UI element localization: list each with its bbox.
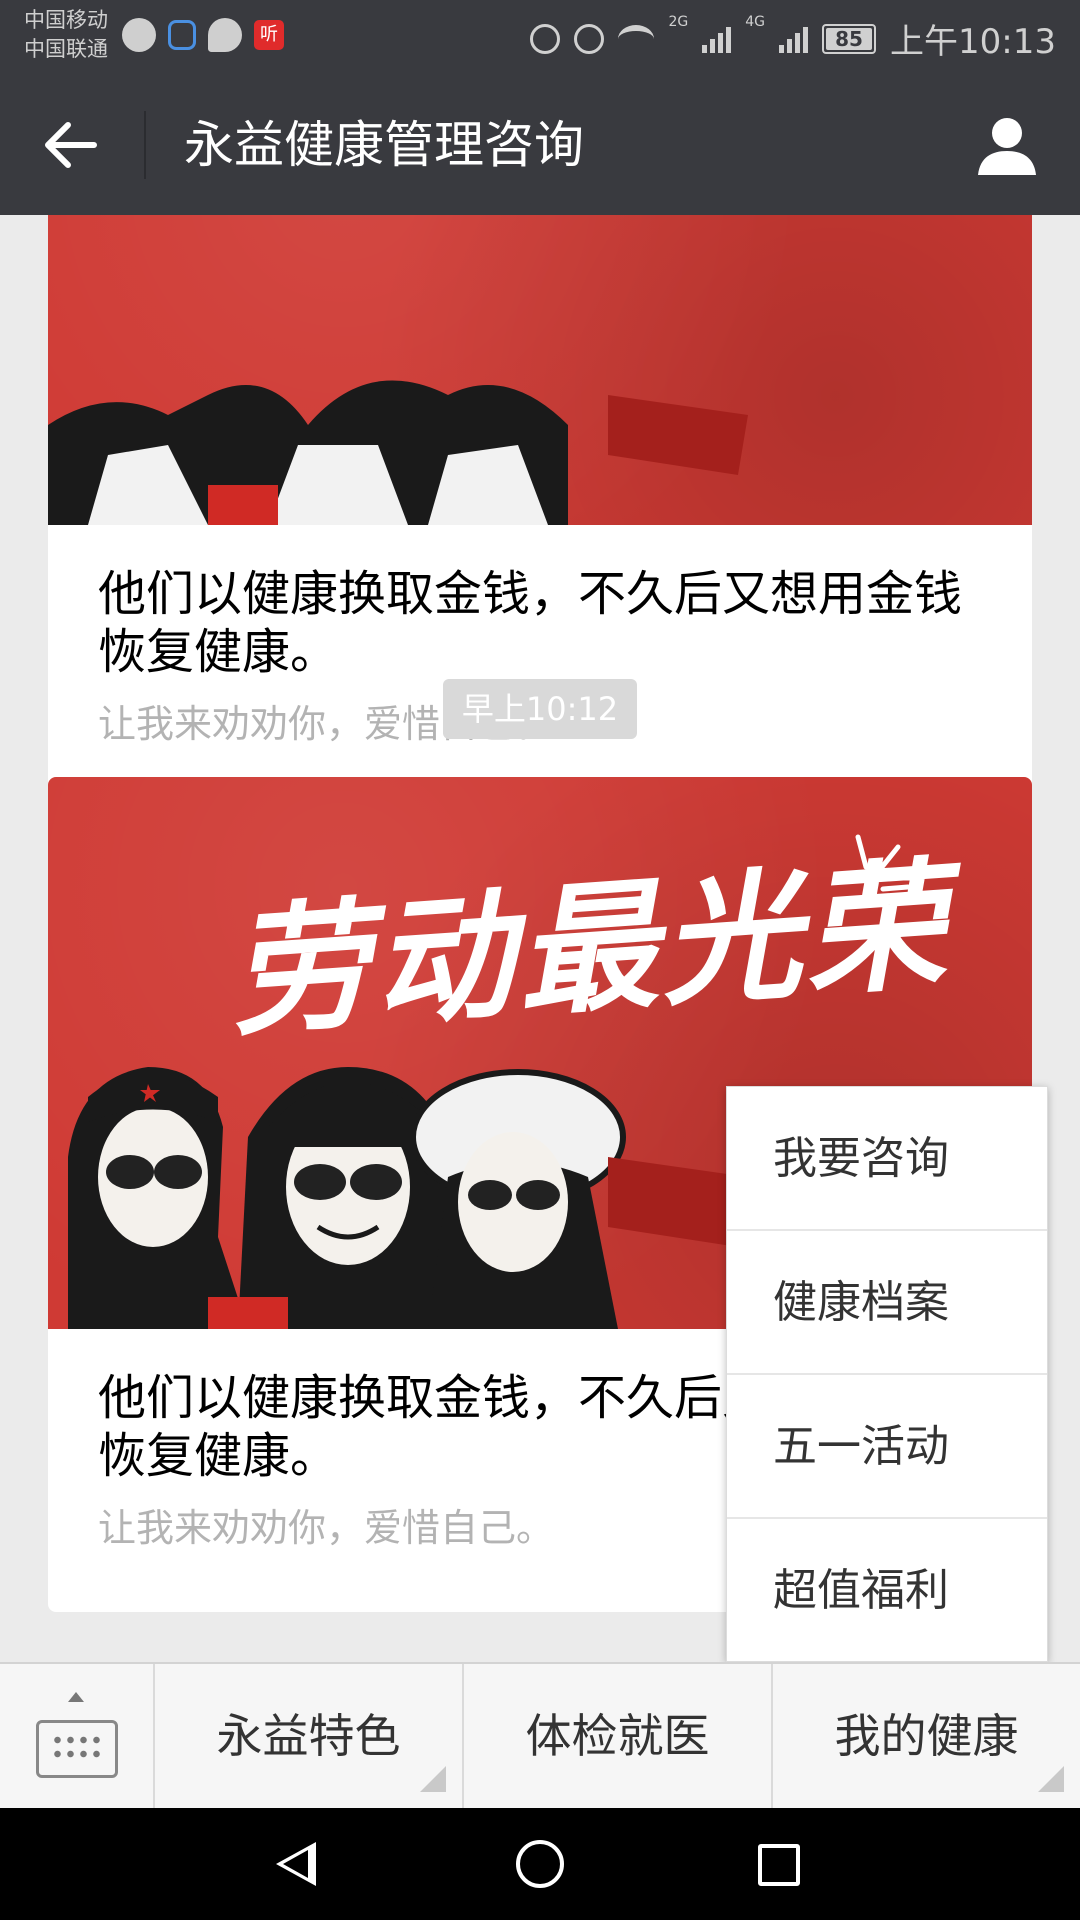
time-badge: 早上10:12: [443, 679, 637, 739]
nav-back-icon[interactable]: [276, 1842, 316, 1886]
network-2g-label: 2G: [668, 14, 689, 30]
chat-notification-icon: [208, 18, 242, 52]
battery-level: 85: [826, 27, 873, 50]
submenu-item-consult[interactable]: 我要咨询: [727, 1087, 1047, 1231]
carrier-1: 中国移动: [24, 8, 108, 32]
menu-button-checkup[interactable]: 体检就医: [464, 1664, 773, 1808]
system-nav-bar: [0, 1808, 1080, 1920]
status-time: 上午10:13: [890, 22, 1056, 62]
nav-recents-icon[interactable]: [758, 1844, 800, 1886]
menu-button-label: 体检就医: [525, 1709, 710, 1763]
signal-icon-2: [779, 25, 809, 53]
arrow-left-icon: [45, 122, 97, 168]
submenu-popup: 我要咨询 健康档案 五一活动 超值福利: [726, 1086, 1048, 1662]
submenu-indicator-icon: [420, 1766, 446, 1792]
battery-icon: 85: [822, 23, 877, 54]
menu-button-label: 永益特色: [216, 1709, 401, 1763]
title-bar: 永益健康管理咨询: [0, 75, 1080, 215]
status-bar: 中国移动 中国联通 听 2G 4G 85 上午10:13: [0, 0, 1080, 75]
ting-app-icon: 听: [254, 20, 284, 50]
menu-button-yongyi-features[interactable]: 永益特色: [155, 1664, 464, 1808]
caret-up-icon: [68, 1692, 84, 1702]
menu-button-my-health[interactable]: 我的健康: [773, 1664, 1080, 1808]
eye-comfort-icon: [574, 23, 605, 54]
submenu-item-health-record[interactable]: 健康档案: [727, 1231, 1047, 1375]
submenu-indicator-icon: [1038, 1766, 1064, 1792]
wifi-icon: [618, 24, 655, 53]
workers-illustration: [48, 380, 748, 525]
carrier-info: 中国移动 中国联通: [24, 6, 108, 64]
menu-button-label: 我的健康: [834, 1709, 1019, 1763]
signal-icon-1: [702, 25, 732, 53]
back-button[interactable]: [36, 110, 106, 180]
submenu-item-value-benefits[interactable]: 超值福利: [727, 1519, 1047, 1663]
bottom-menu-bar: 永益特色 体检就医 我的健康: [0, 1662, 1080, 1808]
title-divider: [144, 111, 146, 179]
article-headline: 他们以健康换取金钱，不久后又想用金钱恢复健康。: [98, 566, 963, 680]
keyboard-icon: [36, 1720, 118, 1778]
article-cover-image: [48, 215, 1032, 525]
profile-button[interactable]: [974, 113, 1040, 179]
carrier-2: 中国联通: [24, 37, 108, 61]
network-4g-label: 4G: [745, 14, 766, 30]
nav-home-icon[interactable]: [516, 1840, 564, 1888]
submenu-item-may-day-event[interactable]: 五一活动: [727, 1375, 1047, 1519]
page-title: 永益健康管理咨询: [184, 116, 584, 174]
lock-notification-icon: [168, 20, 196, 50]
user-icon: [978, 118, 1036, 175]
alarm-icon: [530, 23, 561, 54]
app-notification-icon: [122, 18, 156, 52]
keyboard-toggle-button[interactable]: [0, 1664, 155, 1808]
